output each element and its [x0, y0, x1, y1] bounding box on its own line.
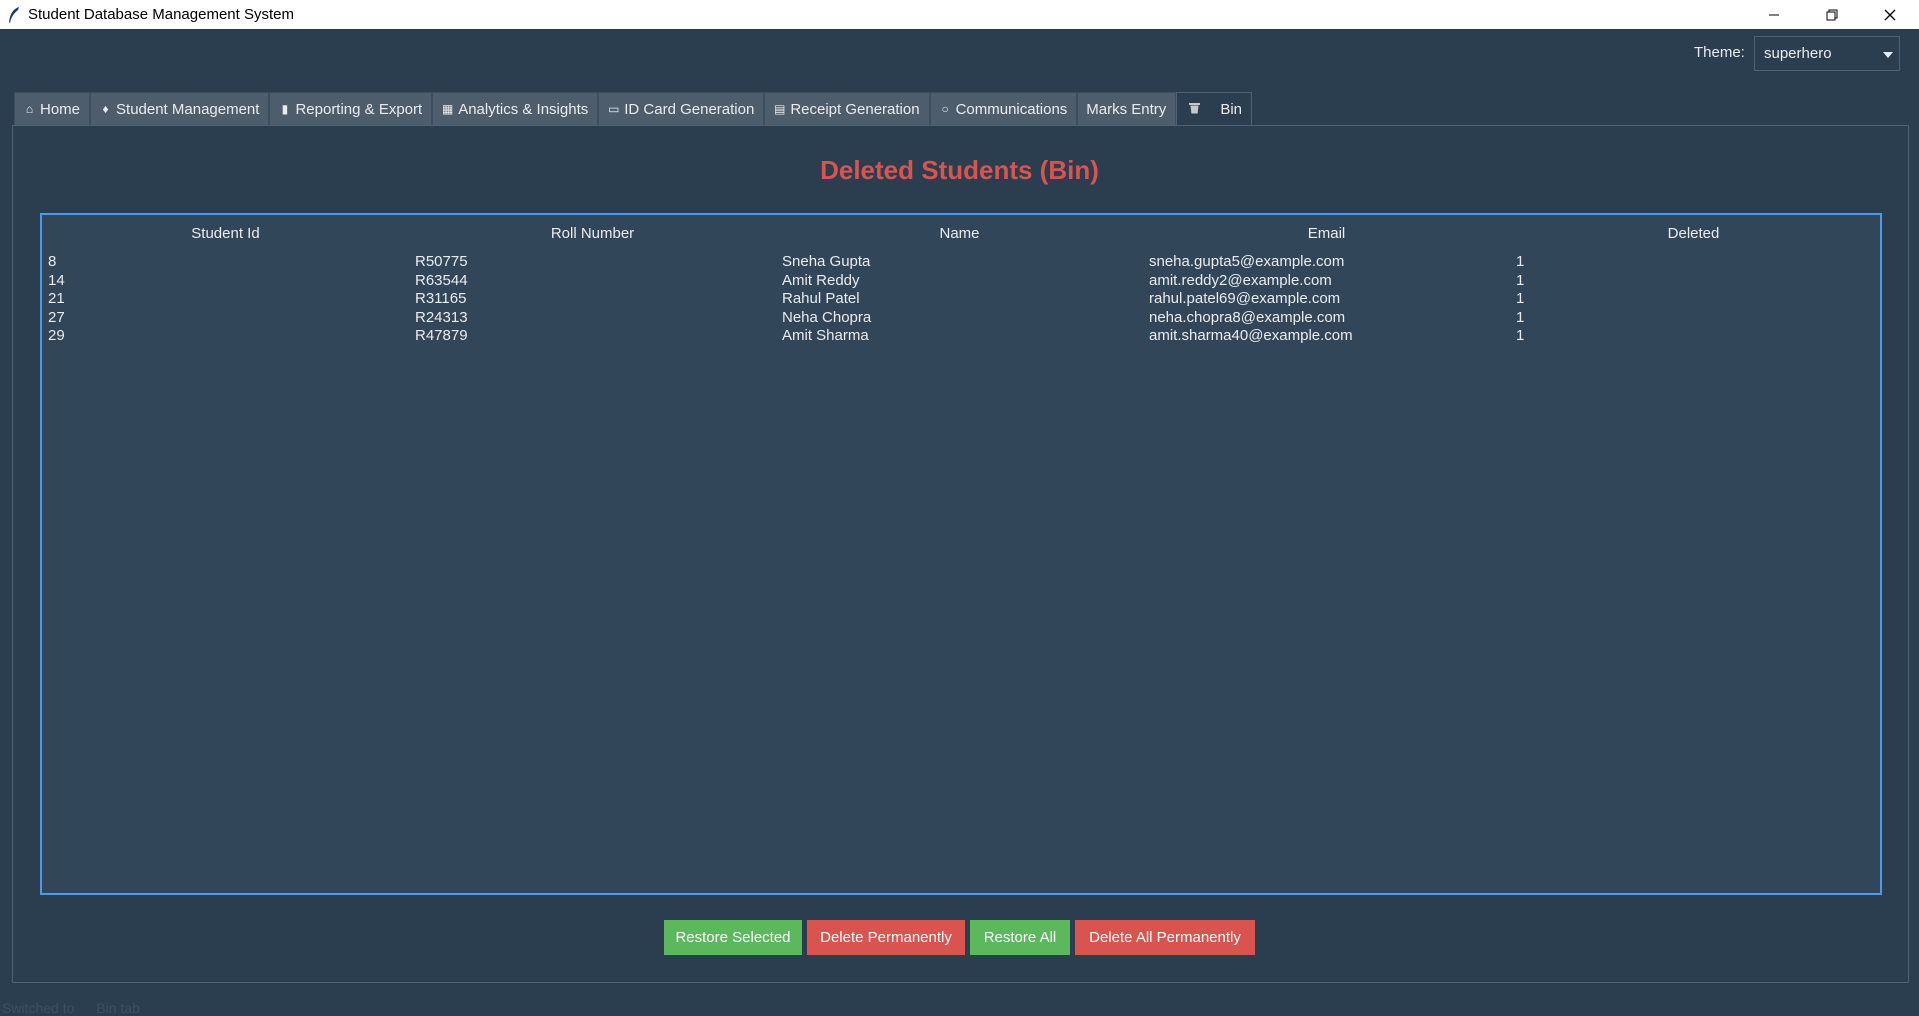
chart-icon: ▦	[442, 102, 454, 116]
table-row[interactable]: 14 R63544 Amit Reddy amit.reddy2@example…	[42, 272, 1880, 291]
cell-deleted: 1	[1516, 327, 1525, 344]
cell-student-id: 14	[48, 271, 65, 289]
tab-bin[interactable]: Bin	[1176, 92, 1252, 126]
tab-id-card-generation[interactable]: ▭ ID Card Generation	[598, 92, 765, 126]
restore-selected-button[interactable]: Restore Selected	[664, 920, 802, 955]
cell-email: amit.sharma40@example.com	[1149, 327, 1353, 344]
report-icon: ▮	[281, 102, 289, 116]
tab-home[interactable]: ⌂ Home	[14, 92, 91, 126]
column-header-deleted[interactable]: Deleted	[1510, 225, 1877, 242]
tab-label: Reporting & Export	[295, 100, 423, 118]
cell-roll-number: R50775	[415, 253, 468, 270]
restore-all-button[interactable]: Restore All	[970, 920, 1070, 955]
column-header-name[interactable]: Name	[776, 225, 1143, 242]
table-header: Student Id Roll Number Name Email Delete…	[42, 225, 1880, 245]
deleted-students-table[interactable]: Student Id Roll Number Name Email Delete…	[40, 213, 1882, 895]
cell-roll-number: R24313	[415, 308, 468, 326]
tab-label: Communications	[955, 100, 1068, 118]
status-text-right: Bin tab	[96, 1000, 140, 1016]
tab-label: Analytics & Insights	[458, 100, 589, 118]
tab-reporting-export[interactable]: ▮ Reporting & Export	[269, 92, 433, 126]
restore-button[interactable]	[1803, 0, 1861, 29]
column-header-email[interactable]: Email	[1143, 225, 1510, 242]
table-row[interactable]: 27 R24313 Neha Chopra neha.chopra8@examp…	[42, 309, 1880, 328]
table-row[interactable]: 21 R31165 Rahul Patel rahul.patel69@exam…	[42, 290, 1880, 309]
tab-label: Receipt Generation	[790, 100, 920, 118]
theme-select-value: superhero	[1764, 45, 1832, 62]
cell-email: amit.reddy2@example.com	[1149, 271, 1332, 289]
id-card-icon: ▭	[608, 102, 620, 116]
tab-label: Bin	[1220, 100, 1242, 118]
feather-icon	[0, 0, 28, 29]
cell-deleted: 1	[1516, 290, 1525, 307]
table-row[interactable]: 8 R50775 Sneha Gupta sneha.gupta5@exampl…	[42, 253, 1880, 272]
cell-name: Neha Chopra	[782, 308, 872, 326]
tab-bar: ⌂ Home ♦ Student Management ▮ Reporting …	[14, 92, 1252, 126]
receipt-icon: ▤	[774, 102, 786, 116]
tab-marks-entry[interactable]: Marks Entry	[1077, 92, 1177, 126]
tab-label: Marks Entry	[1086, 100, 1167, 118]
graduation-cap-icon: ♦	[102, 102, 109, 116]
tab-label: Student Management	[116, 100, 260, 118]
cell-name: Sneha Gupta	[782, 253, 871, 270]
cell-roll-number: R47879	[415, 327, 468, 344]
column-header-roll-number[interactable]: Roll Number	[409, 225, 776, 242]
status-bar: Switched to Bin tab	[2, 1000, 158, 1016]
cell-deleted: 1	[1516, 308, 1525, 326]
home-icon: ⌂	[25, 102, 34, 116]
cell-student-id: 21	[48, 290, 65, 307]
cell-name: Rahul Patel	[782, 290, 860, 307]
chevron-down-icon[interactable]	[1883, 52, 1893, 58]
cell-email: rahul.patel69@example.com	[1149, 290, 1341, 307]
cell-deleted: 1	[1516, 271, 1525, 289]
window-title: Student Database Management System	[28, 6, 294, 23]
tab-analytics-insights[interactable]: ▦ Analytics & Insights	[432, 92, 599, 126]
cell-student-id: 29	[48, 327, 65, 344]
cell-name: Amit Sharma	[782, 327, 869, 344]
tab-label: ID Card Generation	[624, 100, 755, 118]
table-row[interactable]: 29 R47879 Amit Sharma amit.sharma40@exam…	[42, 327, 1880, 346]
status-text-left: Switched to	[2, 1000, 75, 1016]
cell-student-id: 8	[48, 253, 57, 270]
cell-deleted: 1	[1516, 253, 1525, 270]
page-title: Deleted Students (Bin)	[820, 155, 1099, 185]
cell-student-id: 27	[48, 308, 65, 326]
theme-label: Theme:	[1694, 44, 1745, 61]
title-bar: Student Database Management System	[0, 0, 1919, 29]
delete-all-permanently-button[interactable]: Delete All Permanently	[1075, 920, 1255, 955]
tab-label: Home	[40, 100, 81, 118]
cell-roll-number: R63544	[415, 271, 468, 289]
delete-permanently-button[interactable]: Delete Permanently	[807, 920, 965, 955]
cell-roll-number: R31165	[415, 290, 467, 307]
tab-receipt-generation[interactable]: ▤ Receipt Generation	[764, 92, 930, 126]
tab-communications[interactable]: ○ Communications	[929, 92, 1078, 126]
cell-email: neha.chopra8@example.com	[1149, 308, 1346, 326]
window-controls	[1745, 0, 1919, 29]
tab-student-management[interactable]: ♦ Student Management	[90, 92, 270, 126]
speech-bubble-icon: ○	[941, 102, 949, 116]
cell-email: sneha.gupta5@example.com	[1149, 253, 1345, 270]
theme-select[interactable]: superhero	[1754, 36, 1900, 71]
cell-name: Amit Reddy	[782, 271, 860, 289]
trash-icon	[1188, 102, 1201, 117]
minimize-button[interactable]	[1745, 0, 1803, 29]
close-button[interactable]	[1861, 0, 1919, 29]
column-header-student-id[interactable]: Student Id	[42, 225, 409, 242]
